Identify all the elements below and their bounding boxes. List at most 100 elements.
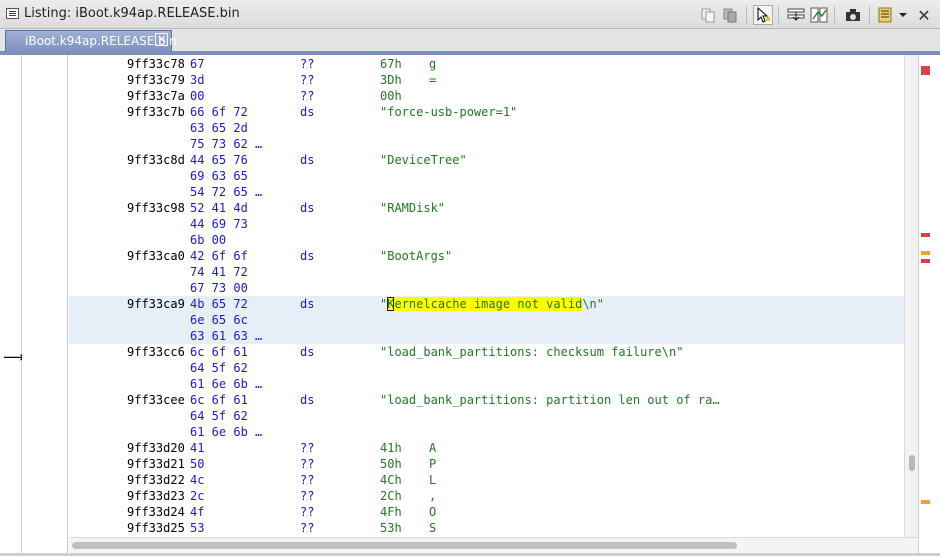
listing-address: 9ff33ca9	[127, 297, 185, 311]
listing-row[interactable]: 9ff33c79 3d?? 3Dh =	[69, 72, 904, 88]
listing-row[interactable]: 9ff33c98 52 41 4d ds "RAMDisk"	[69, 200, 904, 216]
listing-row[interactable]: 9ff33c7b 66 6f 72 ds "force-usb-power=1"	[69, 104, 904, 120]
listing-operand-value: 53h	[380, 521, 402, 535]
listing-operand-value: "BootArgs"	[380, 249, 453, 263]
listing-byte-values: 74 41 72	[190, 265, 248, 279]
listing-byte-values: 4c	[190, 473, 205, 487]
tab-label: iBoot.k94ap.RELEASE.bin	[25, 34, 177, 48]
listing-byte-values: 54 72 65 …	[190, 185, 263, 199]
overview-bar[interactable]	[918, 55, 940, 553]
listing-panel[interactable]: 9ff33c78 67?? 67h g 9ff33c79 3d?? 3Dh = 9ff33c7a…	[69, 55, 904, 537]
listing-row[interactable]: 69 63 65	[69, 168, 904, 184]
listing-row[interactable]: 61 6e 6b …	[69, 424, 904, 440]
listing-row[interactable]: 63 61 63 …	[69, 328, 904, 344]
listing-row[interactable]: 61 6e 6b …	[69, 376, 904, 392]
listing-address: 9ff33c7b	[127, 105, 185, 119]
listing-byte-values: 50	[190, 457, 205, 471]
listing-byte-values: 4f	[190, 505, 205, 519]
overview-marker[interactable]	[921, 66, 930, 75]
listing-row[interactable]: 63 65 2d	[69, 120, 904, 136]
listing-mnemonic: ??	[300, 489, 315, 503]
listing-row[interactable]: 9ff33ca9 4b 65 72 ds "Kernelcache image not…	[69, 296, 904, 312]
listing-row[interactable]: 9ff33cc6 6c 6f 61 ds "load_bank_partitions:…	[69, 344, 904, 360]
listing-row[interactable]: 6e 65 6c	[69, 312, 904, 328]
listing-operand-value: 50h	[380, 457, 402, 471]
overview-marker[interactable]	[921, 233, 930, 237]
listing-byte-values: 63 65 2d	[190, 121, 248, 135]
listing-char-value: S	[429, 521, 437, 535]
tab-iboot-listing[interactable]: iBoot.k94ap.RELEASE.bin ✕	[5, 30, 177, 52]
listing-row[interactable]: 9ff33d25 53?? 53h S	[69, 520, 904, 536]
horizontal-scroll-thumb[interactable]	[72, 542, 737, 549]
listing-byte-values: 3d	[190, 73, 205, 87]
vertical-scrollbar[interactable]	[904, 55, 918, 537]
listing-row[interactable]: 67 73 00	[69, 280, 904, 296]
listing-mnemonic: ds	[300, 249, 315, 263]
listing-row[interactable]: 9ff33d20 41?? 41h A	[69, 440, 904, 456]
tab-strip: iBoot.k94ap.RELEASE.bin ✕	[0, 29, 940, 52]
listing-operand-value: 2Ch	[380, 489, 402, 503]
listing-byte-values: 6b 00	[190, 233, 227, 247]
listing-char-value: O	[429, 505, 437, 519]
listing-byte-values: 61 6e 6b …	[190, 377, 263, 391]
overview-marker[interactable]	[921, 259, 930, 263]
listing-byte-values: 6e 65 6c	[190, 313, 248, 327]
snapshot-icon[interactable]	[843, 5, 863, 25]
title-bar: Listing: iBoot.k94ap.RELEASE.bin ✕	[0, 0, 940, 29]
listing-row[interactable]: 64 5f 62	[69, 360, 904, 376]
overview-marker[interactable]	[921, 500, 930, 504]
listing-address: 9ff33d23	[127, 489, 185, 503]
overview-marker[interactable]	[921, 251, 930, 255]
close-icon[interactable]: ✕	[914, 5, 934, 25]
listing-row[interactable]: 6b 00	[69, 232, 904, 248]
listing-byte-values: 63 61 63 …	[190, 329, 263, 343]
cursor-margin: ⟶	[0, 55, 25, 553]
listing-row[interactable]: 9ff33c78 67?? 67h g	[69, 56, 904, 72]
listing-row[interactable]: 9ff33d22 4c?? 4Ch L	[69, 472, 904, 488]
listing-row[interactable]: 9ff33ca0 42 6f 6f ds "BootArgs"	[69, 248, 904, 264]
listing-address: 9ff33c98	[127, 201, 185, 215]
listing-row[interactable]: 75 73 62 …	[69, 136, 904, 152]
diff-icon[interactable]	[809, 5, 829, 25]
listing-fields-icon[interactable]	[876, 5, 896, 25]
listing-mnemonic: ds	[300, 297, 315, 311]
listing-char-value: =	[429, 73, 437, 87]
listing-row[interactable]: 9ff33c7a 00?? 00h	[69, 88, 904, 104]
listing-row[interactable]: 44 69 73	[69, 216, 904, 232]
listing-row[interactable]: 9ff33d21 50?? 50h P	[69, 456, 904, 472]
field-nav-icon[interactable]	[786, 5, 806, 25]
listing-row[interactable]: 9ff33d24 4f?? 4Fh O	[69, 504, 904, 520]
listing-row[interactable]: 74 41 72	[69, 264, 904, 280]
listing-row[interactable]: 9ff33d23 2c?? 2Ch,	[69, 488, 904, 504]
listing-mnemonic: ds	[300, 105, 315, 119]
copy-icon[interactable]	[698, 5, 718, 25]
tab-close-icon[interactable]: ✕	[155, 33, 168, 46]
paste-icon[interactable]	[720, 5, 740, 25]
listing-operand-value: 67h	[380, 57, 402, 71]
listing-row[interactable]: 9ff33c8d 44 65 76 ds "DeviceTree"	[69, 152, 904, 168]
listing-row[interactable]: 9ff33cee 6c 6f 61 ds "load_bank_partitions:…	[69, 392, 904, 408]
listing-address: 9ff33d24	[127, 505, 185, 519]
listing-operand-value: 4Fh	[380, 505, 402, 519]
listing-operand-value: "load_bank_partitions: partition len out…	[380, 393, 720, 407]
listing-byte-values: 67 73 00	[190, 281, 248, 295]
listing-address: 9ff33c7a	[127, 89, 185, 103]
listing-mnemonic: ??	[300, 457, 315, 471]
listing-row[interactable]: 64 5f 62	[69, 408, 904, 424]
listing-address: 9ff33c79	[127, 73, 185, 87]
cursor-select-icon[interactable]	[753, 5, 773, 25]
listing-mnemonic: ??	[300, 73, 315, 87]
listing-byte-values: 67	[190, 57, 205, 71]
listing-byte-values: 44 69 73	[190, 217, 248, 231]
vertical-scroll-thumb[interactable]	[909, 455, 915, 471]
dropdown-icon[interactable]	[897, 5, 909, 25]
listing-row[interactable]: 54 72 65 …	[69, 184, 904, 200]
listing-byte-values: 75 73 62 …	[190, 137, 263, 151]
listing-address: 9ff33d25	[127, 521, 185, 535]
listing-byte-values: 41	[190, 441, 205, 455]
listing-byte-values: 61 6e 6b …	[190, 425, 263, 439]
listing-address: 9ff33c78	[127, 57, 185, 71]
horizontal-scrollbar[interactable]	[69, 537, 918, 553]
listing-operand-value: "load_bank_partitions: checksum failure\…	[380, 345, 684, 359]
listing-mnemonic: ??	[300, 57, 315, 71]
